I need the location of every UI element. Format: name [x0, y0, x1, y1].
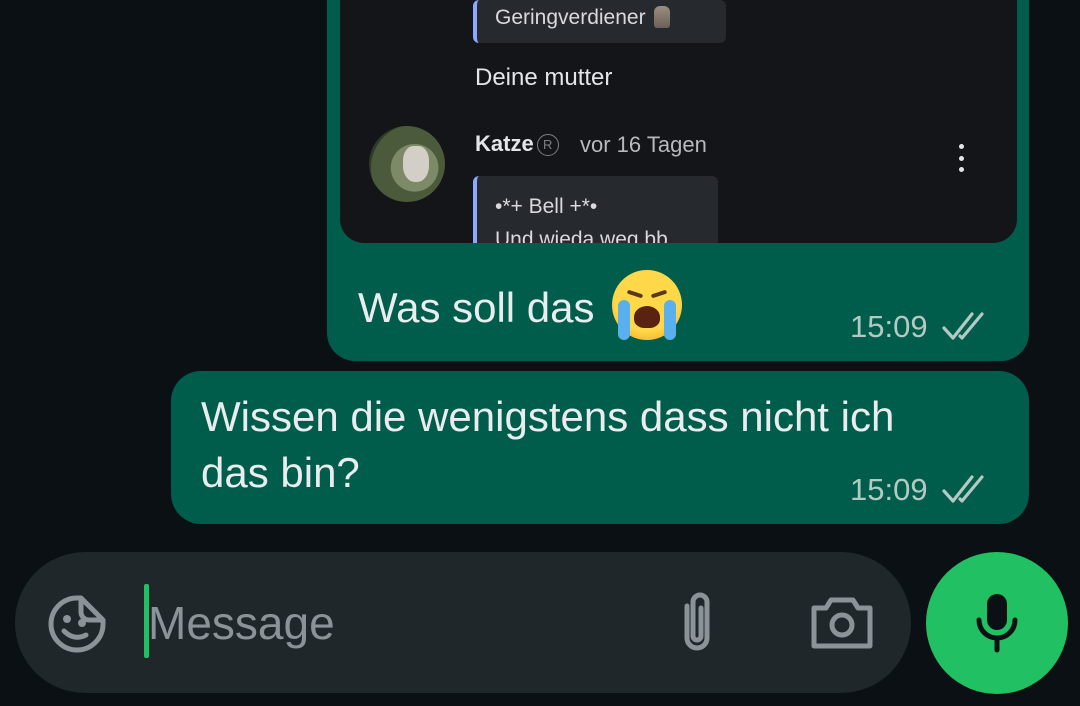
quoted-reply-2: •*+ Bell +*• Und wieda weg bb [473, 176, 718, 243]
comment-timestamp: vor 16 Tagen [580, 132, 707, 157]
quoted-text: Und wieda weg bb [495, 228, 668, 243]
message-text-content: Was soll das [358, 284, 595, 331]
avatar [369, 126, 445, 202]
more-options-icon [956, 144, 966, 172]
message-input[interactable] [148, 590, 638, 656]
quoted-reply: Geringverdiener [473, 0, 726, 43]
message-time: 15:09 [850, 472, 928, 507]
camera-icon[interactable] [808, 594, 876, 652]
comment-username: Katze R [475, 131, 559, 157]
message-time: 15:09 [850, 309, 928, 344]
username-text: Katze [475, 131, 534, 156]
paperclip-icon[interactable] [671, 588, 723, 658]
microphone-icon [976, 594, 1018, 653]
registered-icon: R [536, 134, 559, 156]
message-text: Was soll das [358, 270, 683, 340]
loudly-crying-face-icon [612, 270, 683, 340]
sticker-icon[interactable] [46, 593, 108, 655]
moai-emoji-icon [653, 6, 670, 28]
double-check-icon [941, 312, 984, 340]
quoted-author: •*+ Bell +*• [495, 195, 598, 218]
image-attachment[interactable]: Geringverdiener Deine mutter Katze R vor … [340, 0, 1017, 243]
message-meta: 15:09 [850, 472, 988, 508]
message-meta: 15:09 [850, 309, 988, 345]
chat-screen: Geringverdiener Deine mutter Katze R vor … [0, 0, 1080, 706]
comment-text: Deine mutter [475, 64, 613, 91]
message-text: Wissen die wenigstens dass nicht ich das… [201, 393, 895, 496]
quoted-reply-text: Geringverdiener [495, 6, 646, 29]
double-check-icon [941, 475, 984, 503]
voice-record-button[interactable] [926, 552, 1068, 694]
